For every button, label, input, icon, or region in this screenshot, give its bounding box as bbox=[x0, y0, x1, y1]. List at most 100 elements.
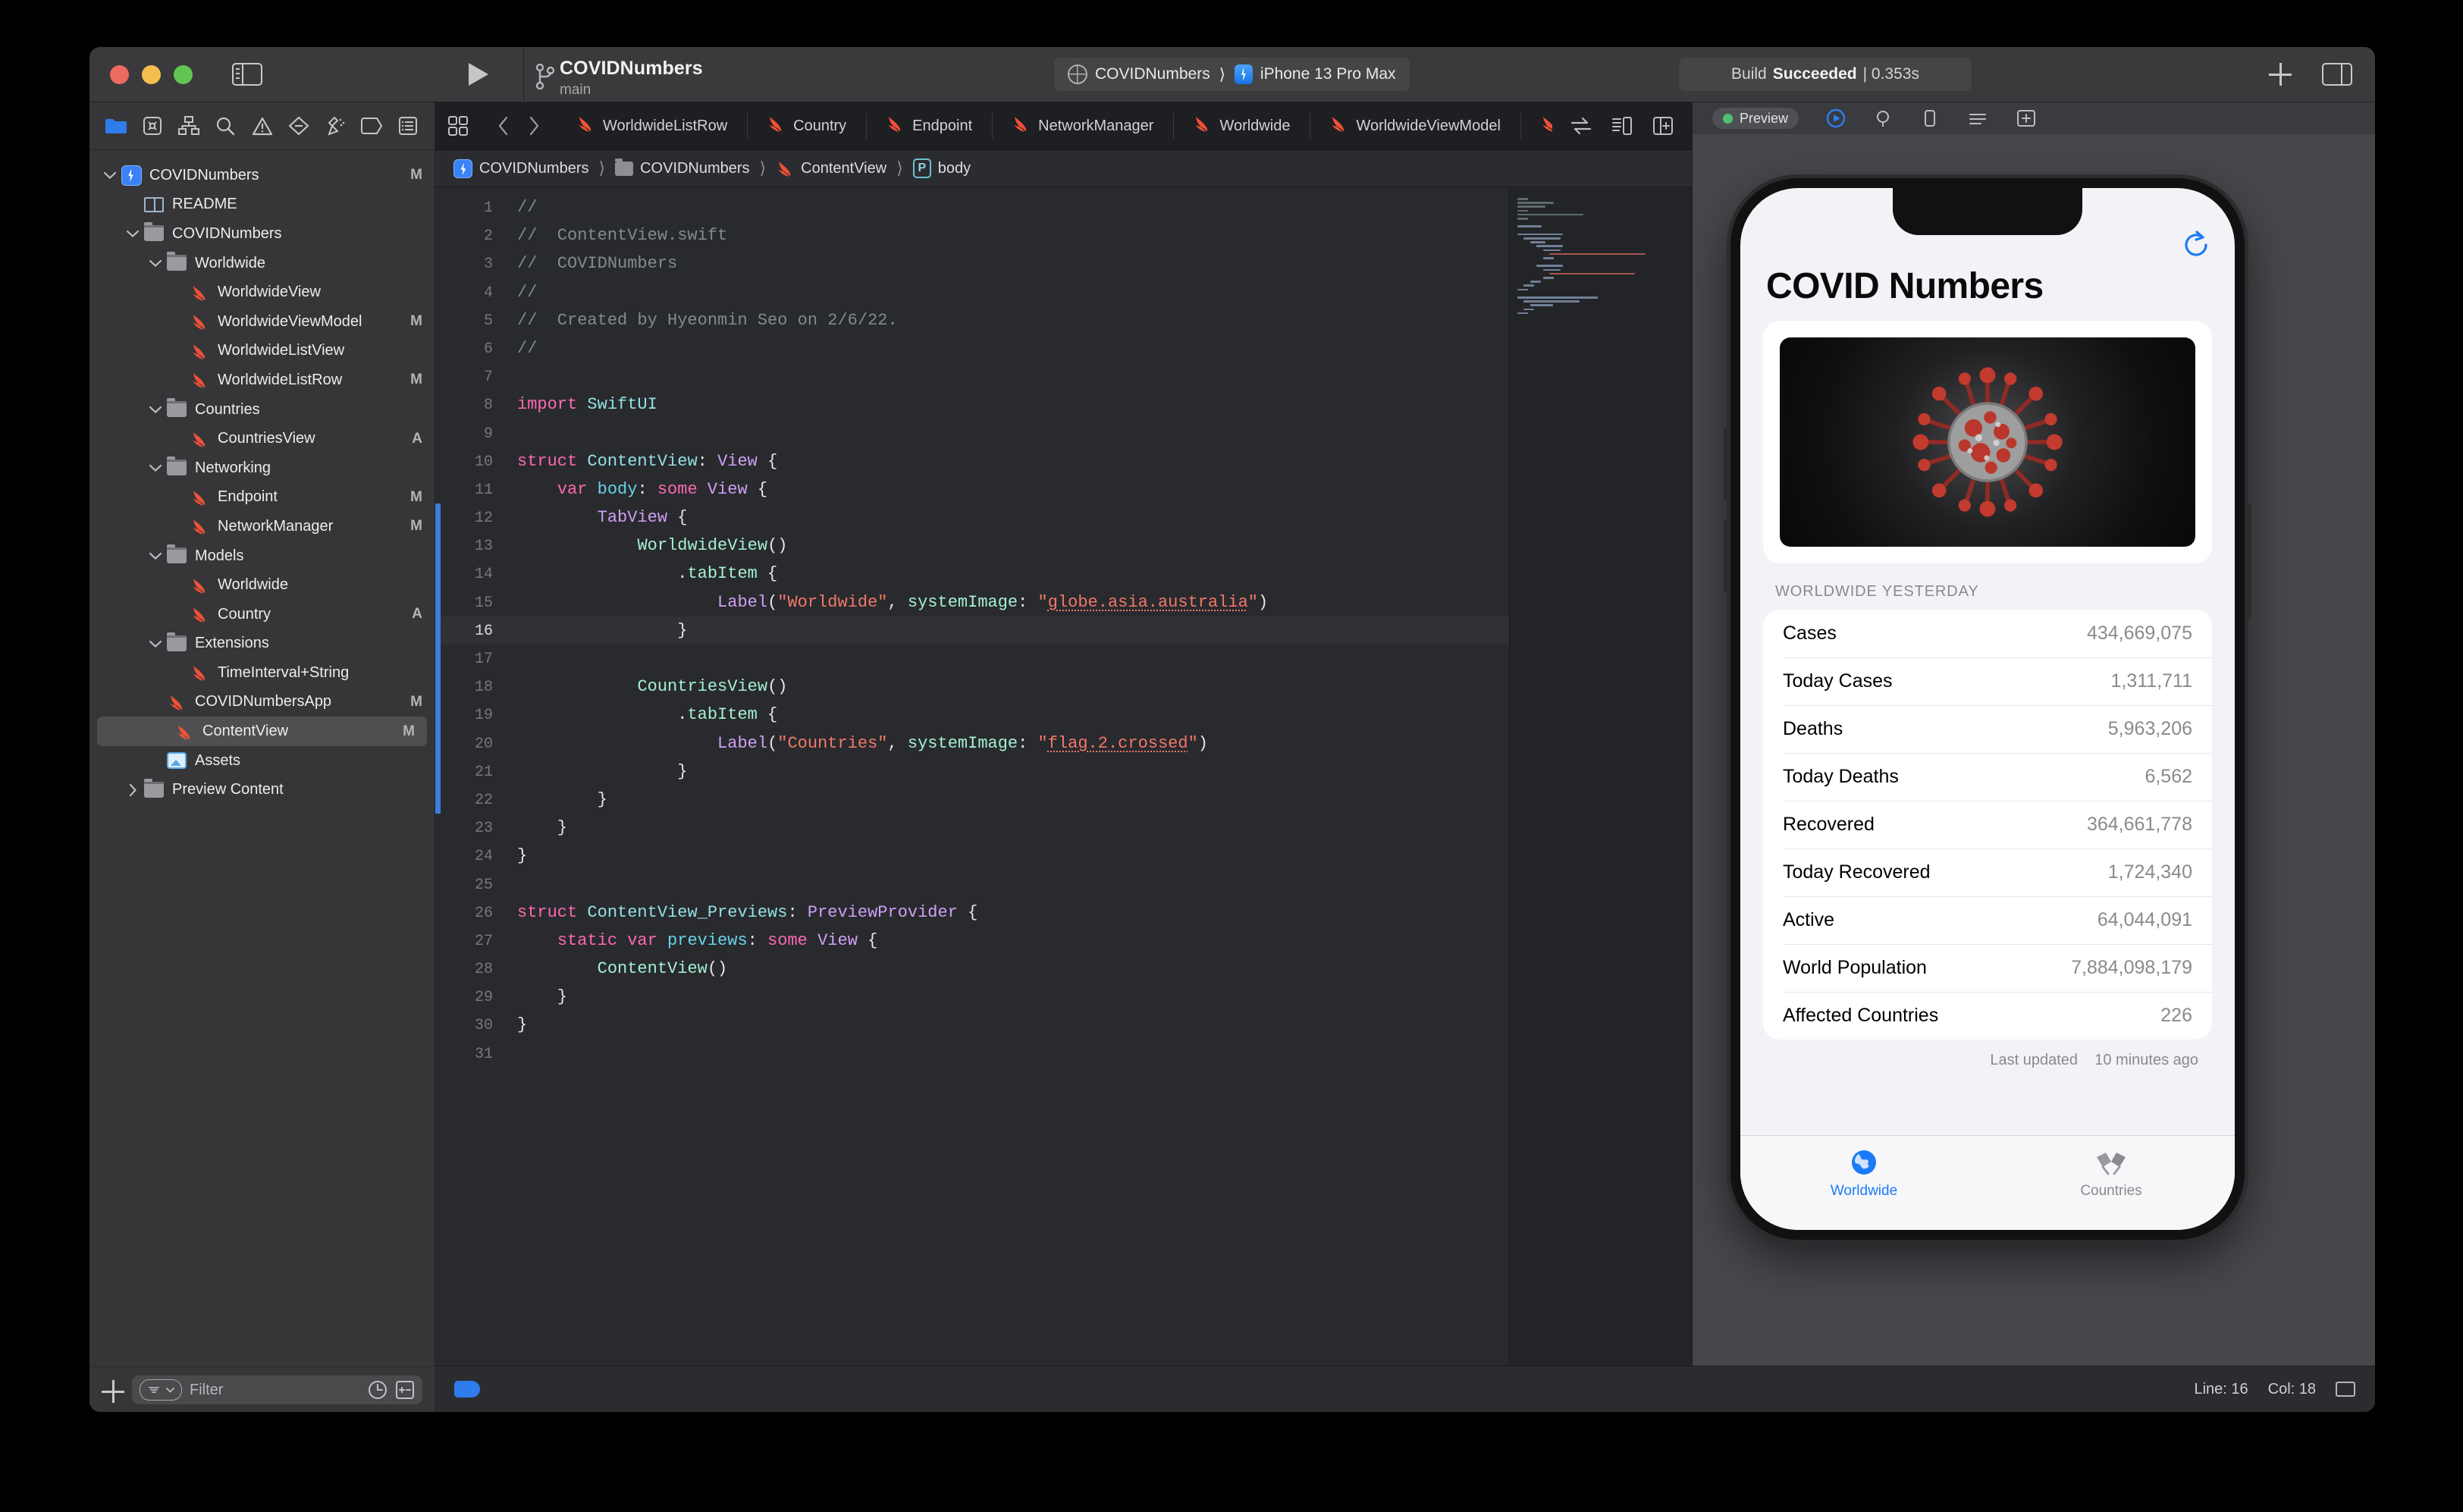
add-preview-icon[interactable] bbox=[2016, 108, 2037, 128]
compare-versions-icon[interactable] bbox=[1570, 117, 1592, 135]
code-line[interactable]: 27 static var previews: some View { bbox=[435, 927, 1509, 955]
file-tree-row[interactable]: Extensions bbox=[89, 629, 435, 659]
app-scroll-content[interactable]: COVID Numbers bbox=[1740, 188, 2235, 1135]
inspect-preview-icon[interactable] bbox=[1873, 108, 1893, 128]
code-line[interactable]: 6// bbox=[435, 334, 1509, 362]
code-line[interactable]: 7 bbox=[435, 362, 1509, 391]
file-tree-row[interactable]: COVIDNumbersM bbox=[89, 161, 435, 190]
back-icon[interactable] bbox=[497, 116, 510, 136]
modified-filter-icon[interactable] bbox=[395, 1380, 415, 1400]
code-line[interactable]: 29 } bbox=[435, 983, 1509, 1011]
symbol-navigator-icon[interactable] bbox=[176, 114, 202, 138]
file-tree-row[interactable]: TimeInterval+String bbox=[89, 658, 435, 688]
code-line[interactable]: 19 .tabItem { bbox=[435, 701, 1509, 729]
add-editor-icon[interactable] bbox=[2269, 63, 2292, 86]
code-line[interactable]: 22 } bbox=[435, 786, 1509, 814]
file-tree-row[interactable]: Models bbox=[89, 541, 435, 571]
code-line[interactable]: 30} bbox=[435, 1011, 1509, 1039]
file-tree-row[interactable]: COVIDNumbers bbox=[89, 219, 435, 249]
recent-filter-icon[interactable] bbox=[368, 1380, 387, 1400]
code-line[interactable]: 2// ContentView.swift bbox=[435, 221, 1509, 249]
disclosure-triangle-icon[interactable] bbox=[146, 405, 165, 414]
close-button[interactable] bbox=[110, 65, 129, 84]
disclosure-triangle-icon[interactable] bbox=[123, 783, 143, 797]
disclosure-triangle-icon[interactable] bbox=[100, 171, 120, 180]
source-editor[interactable]: 1//2// ContentView.swift3// COVIDNumbers… bbox=[435, 187, 1692, 1412]
code-line[interactable]: 15 Label("Worldwide", systemImage: "glob… bbox=[435, 588, 1509, 616]
file-tree-row[interactable]: NetworkManagerM bbox=[89, 512, 435, 541]
disclosure-triangle-icon[interactable] bbox=[146, 259, 165, 268]
file-tree-row[interactable]: README bbox=[89, 190, 435, 220]
code-line[interactable]: 13 WorldwideView() bbox=[435, 532, 1509, 560]
zoom-button[interactable] bbox=[174, 65, 193, 84]
filter-options-icon[interactable] bbox=[140, 1379, 182, 1401]
variants-icon[interactable] bbox=[1967, 108, 1988, 128]
project-navigator-icon[interactable] bbox=[103, 114, 129, 138]
minimize-button[interactable] bbox=[142, 65, 161, 84]
editor-tab[interactable]: WorldwideViewModel bbox=[1310, 102, 1520, 149]
minimap-toggle-icon[interactable] bbox=[2336, 1382, 2355, 1397]
code-line[interactable]: 5// Created by Hyeonmin Seo on 2/6/22. bbox=[435, 306, 1509, 334]
code-minimap[interactable] bbox=[1509, 187, 1692, 1412]
device-preview-icon[interactable] bbox=[1920, 108, 1940, 128]
add-file-button[interactable] bbox=[102, 1380, 121, 1400]
code-line[interactable]: 31 bbox=[435, 1040, 1509, 1068]
file-tree-row[interactable]: Assets bbox=[89, 746, 435, 776]
disclosure-triangle-icon[interactable] bbox=[146, 463, 165, 472]
file-tree-row[interactable]: WorldwideListRowM bbox=[89, 365, 435, 395]
file-tree-row[interactable]: WorldwideListView bbox=[89, 337, 435, 366]
source-control-navigator-icon[interactable] bbox=[140, 114, 165, 138]
toggle-navigator-icon[interactable] bbox=[232, 63, 262, 86]
disclosure-triangle-icon[interactable] bbox=[146, 551, 165, 560]
live-preview-icon[interactable] bbox=[1826, 108, 1846, 128]
code-line[interactable]: 23 } bbox=[435, 814, 1509, 842]
report-navigator-icon[interactable] bbox=[395, 114, 421, 138]
project-file-tree[interactable]: COVIDNumbersMREADMECOVIDNumbersWorldwide… bbox=[89, 150, 435, 1366]
code-line[interactable]: 14 .tabItem { bbox=[435, 560, 1509, 588]
file-tree-row[interactable]: Countries bbox=[89, 395, 435, 425]
iphone-preview-device[interactable]: COVID Numbers bbox=[1730, 178, 2245, 1240]
editor-tab[interactable]: WorldwideListRow bbox=[557, 102, 747, 149]
open-editor-tabs[interactable]: WorldwideListRowCountryEndpointNetworkMa… bbox=[557, 102, 1552, 149]
code-line[interactable]: 21 } bbox=[435, 758, 1509, 786]
disclosure-triangle-icon[interactable] bbox=[123, 229, 143, 238]
editor-tab[interactable]: Worldwide bbox=[1173, 102, 1310, 149]
file-tree-row[interactable]: ContentViewM bbox=[97, 717, 427, 746]
file-tree-row[interactable]: CountriesViewA bbox=[89, 424, 435, 453]
code-pane[interactable]: 1//2// ContentView.swift3// COVIDNumbers… bbox=[435, 187, 1509, 1412]
code-line[interactable]: 11 var body: some View { bbox=[435, 475, 1509, 503]
issue-navigator-icon[interactable] bbox=[249, 114, 275, 138]
source-control-tag-icon[interactable] bbox=[454, 1381, 480, 1398]
editor-tab[interactable]: COVIDNumbersApp bbox=[1520, 102, 1552, 149]
file-tree-row[interactable]: WorldwideView bbox=[89, 278, 435, 307]
breadcrumb-file[interactable]: ContentView bbox=[776, 159, 886, 177]
activity-status-bar[interactable]: Build Succeeded | 0.353s bbox=[1679, 58, 1972, 91]
scheme-destination-chooser[interactable]: COVIDNumbers ⟩ iPhone 13 Pro Max bbox=[1054, 58, 1410, 91]
file-tree-row[interactable]: Worldwide bbox=[89, 570, 435, 600]
file-tree-row[interactable]: Networking bbox=[89, 453, 435, 483]
code-line[interactable]: 3// COVIDNumbers bbox=[435, 249, 1509, 278]
code-line[interactable]: 28 ContentView() bbox=[435, 955, 1509, 983]
code-line[interactable]: 8import SwiftUI bbox=[435, 391, 1509, 419]
tab-countries[interactable]: Countries bbox=[1988, 1147, 2235, 1200]
tab-worldwide[interactable]: Worldwide bbox=[1740, 1147, 1988, 1200]
code-line[interactable]: 4// bbox=[435, 278, 1509, 306]
code-text[interactable]: 1//2// ContentView.swift3// COVIDNumbers… bbox=[435, 187, 1509, 1068]
code-line[interactable]: 26struct ContentView_Previews: PreviewPr… bbox=[435, 899, 1509, 927]
forward-icon[interactable] bbox=[528, 116, 540, 136]
editor-tab[interactable]: Endpoint bbox=[866, 102, 992, 149]
code-line[interactable]: 17 bbox=[435, 645, 1509, 673]
code-line[interactable]: 10struct ContentView: View { bbox=[435, 447, 1509, 475]
code-line[interactable]: 1// bbox=[435, 193, 1509, 221]
preview-status-pill[interactable]: Preview bbox=[1712, 108, 1799, 129]
debug-navigator-icon[interactable] bbox=[322, 114, 348, 138]
breakpoint-navigator-icon[interactable] bbox=[359, 114, 384, 138]
file-tree-row[interactable]: Preview Content bbox=[89, 775, 435, 805]
code-line[interactable]: 25 bbox=[435, 870, 1509, 899]
run-button[interactable] bbox=[469, 63, 488, 86]
editor-tab[interactable]: NetworkManager bbox=[992, 102, 1173, 149]
file-tree-row[interactable]: Worldwide bbox=[89, 249, 435, 278]
refresh-icon[interactable] bbox=[2180, 229, 2212, 261]
editor-options-icon[interactable] bbox=[435, 115, 481, 136]
editor-tab[interactable]: Country bbox=[747, 102, 866, 149]
